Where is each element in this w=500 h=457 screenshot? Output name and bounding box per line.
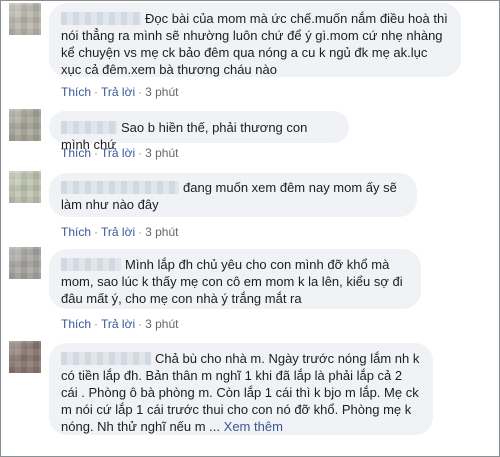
comment-bubble: Đọc bài của mom mà ức chế.muốn nắm điều … [49, 3, 461, 77]
timestamp[interactable]: 3 phút [145, 85, 178, 99]
reply-link[interactable]: Trả lời [101, 225, 135, 239]
like-link[interactable]: Thích [61, 317, 91, 331]
avatar[interactable] [9, 171, 41, 203]
avatar[interactable] [9, 109, 41, 141]
avatar[interactable] [9, 341, 41, 373]
comment-actions: Thích · Trả lời · 3 phút [61, 225, 179, 239]
avatar[interactable] [9, 247, 41, 279]
comment-bubble: đang muốn xem đêm nay mom ấy sẽ làm như … [49, 173, 417, 217]
avatar[interactable] [9, 3, 41, 35]
like-link[interactable]: Thích [61, 225, 91, 239]
comment-thread: Đọc bài của mom mà ức chế.muốn nắm điều … [0, 0, 500, 457]
comment-actions: Thích · Trả lời · 3 phút [61, 146, 179, 160]
like-link[interactable]: Thích [61, 85, 91, 99]
timestamp[interactable]: 3 phút [145, 225, 178, 239]
comment-actions: Thích · Trả lời · 3 phút [61, 85, 179, 99]
author-name-blurred[interactable] [61, 352, 151, 365]
comment-actions: Thích · Trả lời · 3 phút [61, 317, 179, 331]
author-name-blurred[interactable] [61, 181, 179, 194]
reply-link[interactable]: Trả lời [101, 85, 135, 99]
see-more-link[interactable]: Xem thêm [224, 419, 283, 434]
comment-bubble: Mình lắp đh chủ yêu cho con mình đỡ khổ … [49, 249, 421, 309]
reply-link[interactable]: Trả lời [101, 317, 135, 331]
timestamp[interactable]: 3 phút [145, 146, 178, 160]
comment-bubble: Chả bù cho nhà m. Ngày trước nóng lắm nh… [49, 343, 433, 435]
author-name-blurred[interactable] [61, 121, 117, 134]
timestamp[interactable]: 3 phút [145, 317, 178, 331]
reply-link[interactable]: Trả lời [101, 146, 135, 160]
author-name-blurred[interactable] [61, 258, 121, 271]
author-name-blurred[interactable] [61, 12, 141, 25]
like-link[interactable]: Thích [61, 146, 91, 160]
comment-bubble: Sao b hiền thế, phải thương con mình chứ [49, 111, 349, 152]
